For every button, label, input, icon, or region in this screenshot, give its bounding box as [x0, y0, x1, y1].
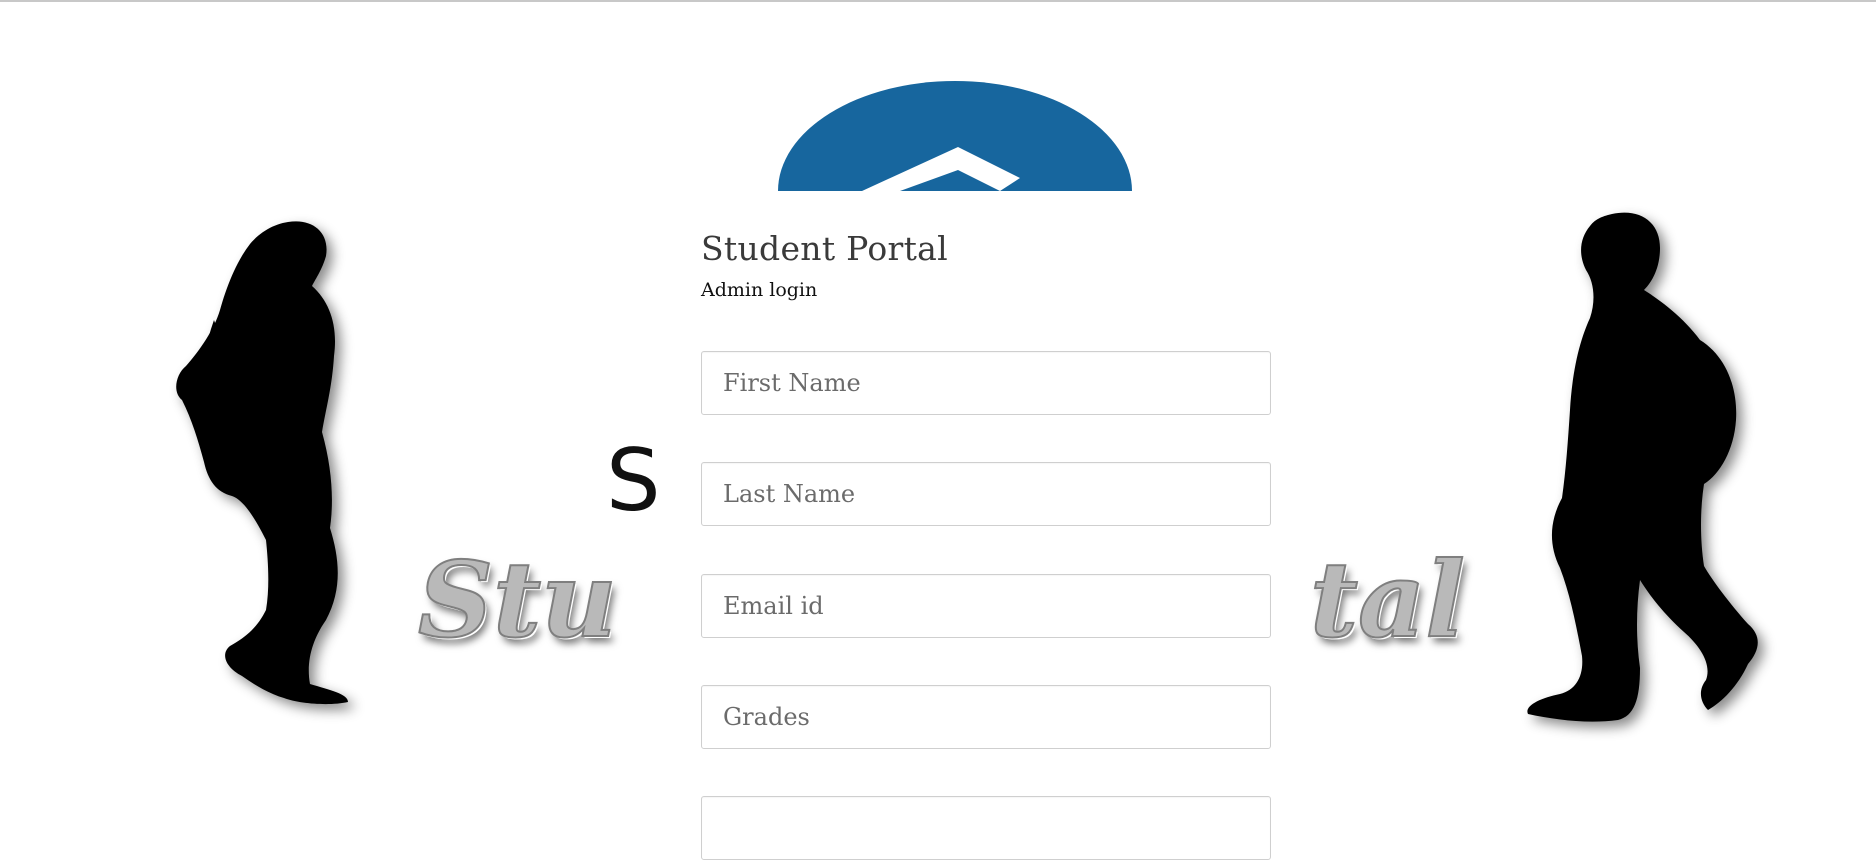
- form-title: Student Portal: [701, 229, 948, 268]
- form-subtitle: Admin login: [701, 279, 818, 301]
- left-student-silhouette: [176, 221, 348, 705]
- logo-letter: S: [606, 431, 661, 531]
- email-input[interactable]: [702, 575, 1270, 637]
- first-name-field[interactable]: [701, 351, 1271, 415]
- right-student-silhouette: [1527, 212, 1758, 722]
- email-field[interactable]: [701, 574, 1271, 638]
- additional-input[interactable]: [702, 797, 1270, 859]
- watermark-text-left: Stu: [417, 538, 618, 661]
- last-name-field[interactable]: [701, 462, 1271, 526]
- grades-field[interactable]: [701, 685, 1271, 749]
- additional-field[interactable]: [701, 796, 1271, 860]
- login-form-card: Student Portal Admin login: [660, 191, 1308, 860]
- first-name-input[interactable]: [702, 352, 1270, 414]
- last-name-input[interactable]: [702, 463, 1270, 525]
- watermark-text-right: tal: [1309, 538, 1466, 661]
- grades-input[interactable]: [702, 686, 1270, 748]
